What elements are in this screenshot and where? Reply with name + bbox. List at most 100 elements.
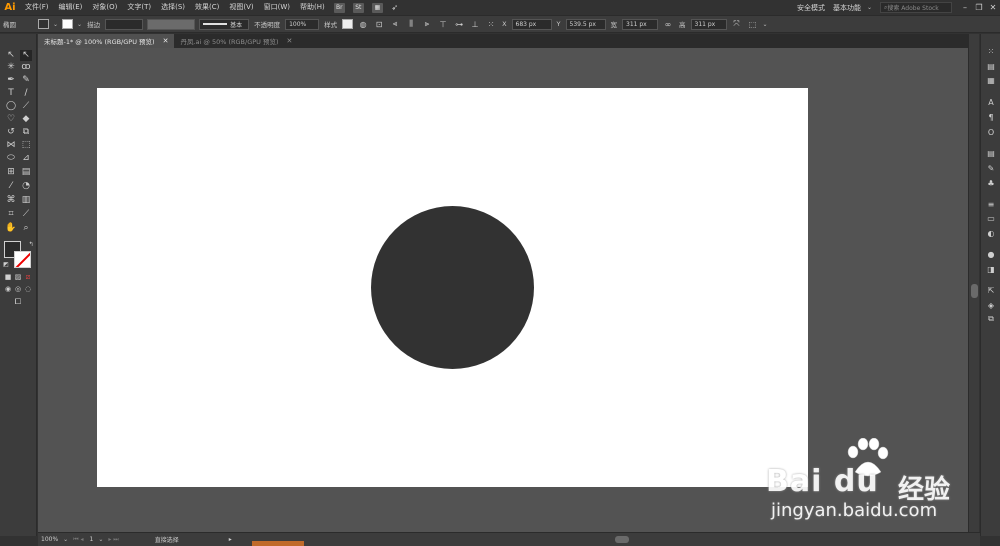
reference-point-icon[interactable]: ⁙ xyxy=(486,19,496,29)
symbol-sprayer-tool-icon[interactable]: ⌘ xyxy=(5,195,17,206)
minimize-icon[interactable]: – xyxy=(958,0,972,15)
opentype-icon[interactable]: O xyxy=(985,127,997,137)
stroke-icon[interactable]: ≡ xyxy=(985,199,997,209)
stroke-color-swatch[interactable] xyxy=(62,19,74,29)
variable-width-profile[interactable] xyxy=(147,18,196,30)
menu-object[interactable]: 对象(O) xyxy=(87,0,122,15)
align-center-icon[interactable]: ⫼ xyxy=(406,19,416,29)
menu-edit[interactable]: 编辑(E) xyxy=(54,0,88,15)
shaper-tool-icon[interactable]: ♡ xyxy=(5,114,17,125)
line-segment-tool-icon[interactable]: / xyxy=(20,88,32,99)
recolor-icon[interactable]: ◍ xyxy=(358,19,368,29)
mesh-tool-icon[interactable]: ⊞ xyxy=(5,167,17,178)
align-middle-icon[interactable]: ⊶ xyxy=(454,19,464,29)
tab-untitled-1[interactable]: 未标题-1* @ 100% (RGB/GPU 预览) ✕ xyxy=(38,34,175,48)
stroke-weight-field[interactable] xyxy=(105,18,144,30)
safe-mode-label[interactable]: 安全模式 xyxy=(793,3,829,13)
swap-colors-icon[interactable]: ↰ xyxy=(25,239,37,250)
zoom-level[interactable]: 100% xyxy=(38,536,61,543)
menu-file[interactable]: 文件(F) xyxy=(20,0,54,15)
selection-tool-icon[interactable]: ↖ xyxy=(5,50,17,61)
default-colors-icon[interactable]: ◩ xyxy=(0,259,12,270)
artboards-icon[interactable]: ⧉ xyxy=(985,314,997,324)
character-icon[interactable]: A xyxy=(985,97,997,107)
export-icon[interactable]: ⇱ xyxy=(985,285,997,295)
rotate-tool-icon[interactable]: ↺ xyxy=(5,127,17,138)
opacity-field[interactable]: 100% xyxy=(285,18,320,30)
scale-tool-icon[interactable]: ⧉ xyxy=(20,127,32,138)
curvature-tool-icon[interactable]: ✎ xyxy=(20,75,32,86)
chevron-down-icon[interactable]: ⌄ xyxy=(77,21,82,28)
paragraph-icon[interactable]: ¶ xyxy=(985,112,997,122)
ellipse-tool-icon[interactable]: ◯ xyxy=(5,101,17,112)
chevron-down-icon[interactable]: ⌄ xyxy=(98,536,103,543)
chevron-down-icon[interactable]: ⌄ xyxy=(53,21,58,28)
restore-icon[interactable]: ❐ xyxy=(972,0,986,15)
search-stock-input[interactable]: ⌕ 搜索 Adobe Stock xyxy=(880,2,952,13)
isolate-icon[interactable]: ⬚ xyxy=(748,19,758,29)
eraser-tool-icon[interactable]: ◆ xyxy=(20,114,32,125)
none-mode-icon[interactable]: ⧄ xyxy=(22,272,34,283)
eyedropper-tool-icon[interactable]: ⁄ xyxy=(5,181,17,192)
gradient-icon[interactable]: ▭ xyxy=(985,213,997,223)
stroke-swatch[interactable] xyxy=(14,251,31,268)
menu-select[interactable]: 选择(S) xyxy=(156,0,190,15)
bridge-icon[interactable]: Br xyxy=(333,2,345,13)
ellipse-shape[interactable] xyxy=(371,206,534,369)
fill-color-swatch[interactable] xyxy=(38,19,49,29)
width-tool-icon[interactable]: ⋈ xyxy=(5,140,17,151)
align-right-icon[interactable]: ⫸ xyxy=(422,19,432,29)
horizontal-scrollbar-thumb[interactable] xyxy=(615,536,629,543)
transparency-icon[interactable]: ◐ xyxy=(985,228,997,238)
type-tool-icon[interactable]: T xyxy=(5,88,17,99)
perspective-grid-tool-icon[interactable]: ⊿ xyxy=(20,153,32,164)
pen-tool-icon[interactable]: ✒ xyxy=(5,75,17,86)
paintbrush-tool-icon[interactable]: ⟋ xyxy=(20,101,32,112)
link-proportions-icon[interactable]: ∞ xyxy=(663,19,673,29)
slice-tool-icon[interactable]: ⟋ xyxy=(20,209,32,220)
chevron-down-icon[interactable]: ⌄ xyxy=(63,536,68,543)
brushes-icon[interactable]: ✎ xyxy=(985,163,997,173)
gpu-rocket-icon[interactable]: ➶ xyxy=(390,3,400,13)
menu-help[interactable]: 帮助(H) xyxy=(295,0,330,15)
menu-effect[interactable]: 效果(C) xyxy=(190,0,224,15)
artboard-number[interactable]: 1 xyxy=(87,536,97,543)
align-to-icon[interactable]: ⊡ xyxy=(374,19,384,29)
workspace-switcher[interactable]: 基本功能 xyxy=(829,3,865,13)
layers-icon[interactable]: ◈ xyxy=(985,300,997,310)
column-graph-tool-icon[interactable]: ▥ xyxy=(20,195,32,206)
last-artboard-icon[interactable]: ▸ ⏭ xyxy=(105,536,121,544)
x-field[interactable]: 683 px xyxy=(511,18,552,30)
symbols-icon[interactable]: ♣ xyxy=(985,178,997,188)
status-arrow-icon[interactable]: ▸ xyxy=(226,536,235,543)
transform-icon[interactable]: ⤧ xyxy=(732,19,742,29)
zoom-tool-icon[interactable]: ⌕ xyxy=(20,223,32,234)
screen-mode-icon[interactable]: ⧠ xyxy=(12,296,24,307)
gradient-tool-icon[interactable]: ▤ xyxy=(20,167,32,178)
menu-type[interactable]: 文字(T) xyxy=(122,0,156,15)
graphic-style-swatch[interactable] xyxy=(342,19,354,29)
close-icon[interactable]: ✕ xyxy=(287,37,293,45)
artboard[interactable] xyxy=(97,88,808,487)
align-bottom-icon[interactable]: ⊥ xyxy=(470,19,480,29)
align-left-icon[interactable]: ⫷ xyxy=(390,19,400,29)
y-field[interactable]: 539.5 px xyxy=(565,18,606,30)
close-icon[interactable]: ✕ xyxy=(986,0,1000,15)
draw-inside-icon[interactable]: ◌ xyxy=(22,284,34,295)
asset-export-icon[interactable]: ▦ xyxy=(985,75,997,85)
graphic-styles-icon[interactable]: ◨ xyxy=(985,264,997,274)
appearance-icon[interactable]: ● xyxy=(985,249,997,259)
lasso-tool-icon[interactable]: ꝏ xyxy=(20,62,32,73)
stock-icon[interactable]: St xyxy=(352,2,364,13)
hand-tool-icon[interactable]: ✋ xyxy=(5,223,17,234)
width-field[interactable]: 311 px xyxy=(622,18,658,30)
chevron-down-icon[interactable]: ⌄ xyxy=(763,21,768,28)
libraries-icon[interactable]: ⁙ xyxy=(985,46,997,56)
height-field[interactable]: 311 px xyxy=(690,18,727,30)
arrange-documents-icon[interactable]: ▦ xyxy=(371,2,383,13)
magic-wand-tool-icon[interactable]: ✳ xyxy=(5,62,17,73)
first-artboard-icon[interactable]: ⏮ ◂ xyxy=(70,536,86,544)
menu-view[interactable]: 视图(V) xyxy=(224,0,258,15)
shape-builder-tool-icon[interactable]: ⬭ xyxy=(5,153,17,164)
tab-danfeng[interactable]: 丹凤.ai @ 50% (RGB/GPU 预览) ✕ xyxy=(174,34,298,48)
